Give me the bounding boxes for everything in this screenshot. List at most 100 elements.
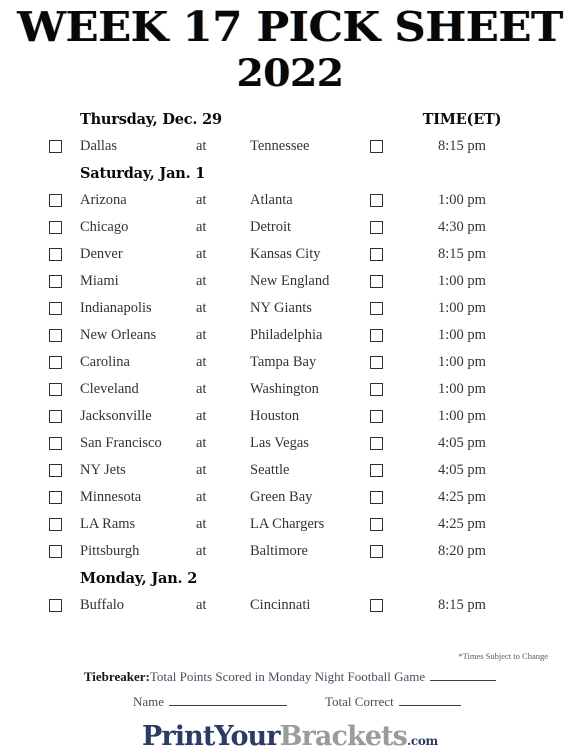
away-team-label: Indianapolis	[80, 300, 152, 316]
away-team-label: Pittsburgh	[80, 543, 140, 559]
home-team-checkbox[interactable]	[370, 518, 383, 531]
home-team-label: Green Bay	[250, 489, 313, 505]
game-row: Buffalo at Cincinnati 8:15 pm	[0, 592, 580, 619]
home-team-label: Baltimore	[250, 543, 308, 559]
away-team-checkbox[interactable]	[49, 545, 62, 558]
at-separator: at	[196, 462, 207, 478]
at-separator: at	[196, 435, 207, 451]
at-separator: at	[196, 138, 207, 154]
away-team-label: Buffalo	[80, 597, 125, 613]
game-time-label: 4:25 pm	[438, 516, 486, 532]
times-subject-to-change-note: *Times Subject to Change	[458, 651, 548, 661]
home-team-checkbox[interactable]	[370, 383, 383, 396]
home-team-label: Seattle	[250, 462, 290, 478]
game-row: Jacksonville at Houston 1:00 pm	[0, 403, 580, 430]
away-team-checkbox[interactable]	[49, 437, 62, 450]
home-team-checkbox[interactable]	[370, 356, 383, 369]
total-correct-group: Total Correct	[325, 694, 461, 710]
home-team-checkbox[interactable]	[370, 599, 383, 612]
home-team-label: Philadelphia	[250, 327, 323, 343]
at-separator: at	[196, 273, 207, 289]
away-team-label: Arizona	[80, 192, 127, 208]
home-team-label: Atlanta	[250, 192, 293, 208]
home-team-checkbox[interactable]	[370, 275, 383, 288]
home-team-label: New England	[250, 273, 330, 289]
at-separator: at	[196, 354, 207, 370]
away-team-checkbox[interactable]	[49, 329, 62, 342]
game-time-label: 8:20 pm	[438, 543, 486, 559]
away-team-checkbox[interactable]	[49, 518, 62, 531]
game-row: Minnesota at Green Bay 4:25 pm	[0, 484, 580, 511]
away-team-checkbox[interactable]	[49, 302, 62, 315]
away-team-checkbox[interactable]	[49, 356, 62, 369]
away-team-checkbox[interactable]	[49, 599, 62, 612]
game-time-label: 8:15 pm	[438, 597, 486, 613]
home-team-checkbox[interactable]	[370, 221, 383, 234]
title-line-2: 2022	[236, 51, 344, 95]
away-team-label: Carolina	[80, 354, 130, 370]
at-separator: at	[196, 246, 207, 262]
home-team-label: Washington	[250, 381, 319, 397]
game-row: Arizona at Atlanta 1:00 pm	[0, 187, 580, 214]
game-row: Cleveland at Washington 1:00 pm	[0, 376, 580, 403]
away-team-checkbox[interactable]	[49, 383, 62, 396]
home-team-checkbox[interactable]	[370, 194, 383, 207]
game-row: LA Rams at LA Chargers 4:25 pm	[0, 511, 580, 538]
away-team-label: Denver	[80, 246, 123, 262]
game-row: Carolina at Tampa Bay 1:00 pm	[0, 349, 580, 376]
game-time-label: 1:00 pm	[438, 354, 486, 370]
tiebreaker-row: Tiebreaker:Total Points Scored in Monday…	[0, 669, 580, 685]
at-separator: at	[196, 408, 207, 424]
home-team-checkbox[interactable]	[370, 329, 383, 342]
at-separator: at	[196, 543, 207, 559]
home-team-checkbox[interactable]	[370, 302, 383, 315]
at-separator: at	[196, 192, 207, 208]
home-team-checkbox[interactable]	[370, 437, 383, 450]
total-correct-input-blank[interactable]	[398, 696, 461, 706]
tiebreaker-text: Total Points Scored in Monday Night Foot…	[149, 669, 426, 684]
game-row: San Francisco at Las Vegas 4:05 pm	[0, 430, 580, 457]
at-separator: at	[196, 327, 207, 343]
game-row: Miami at New England 1:00 pm	[0, 268, 580, 295]
game-time-label: 1:00 pm	[438, 192, 486, 208]
home-team-label: Kansas City	[250, 246, 321, 262]
away-team-checkbox[interactable]	[49, 221, 62, 234]
at-separator: at	[196, 381, 207, 397]
home-team-checkbox[interactable]	[370, 545, 383, 558]
at-separator: at	[196, 219, 207, 235]
game-time-label: 8:15 pm	[438, 246, 486, 262]
tiebreaker-input-blank[interactable]	[430, 671, 497, 681]
game-time-label: 1:00 pm	[438, 300, 486, 316]
game-time-label: 8:15 pm	[438, 138, 486, 154]
away-team-checkbox[interactable]	[49, 464, 62, 477]
home-team-checkbox[interactable]	[370, 140, 383, 153]
home-team-checkbox[interactable]	[370, 248, 383, 261]
title-line-1: WEEK 17 PICK SHEET	[17, 3, 563, 51]
home-team-checkbox[interactable]	[370, 410, 383, 423]
logo-text-tld: .com	[406, 734, 438, 748]
away-team-checkbox[interactable]	[49, 491, 62, 504]
away-team-label: San Francisco	[80, 435, 162, 451]
away-team-checkbox[interactable]	[49, 248, 62, 261]
away-team-label: Cleveland	[80, 381, 139, 397]
home-team-label: LA Chargers	[250, 516, 325, 532]
game-time-label: 4:05 pm	[438, 435, 486, 451]
away-team-checkbox[interactable]	[49, 140, 62, 153]
pick-sheet-table: Thursday, Dec. 29 TIME(ET) Dallas at Tenness…	[0, 106, 580, 619]
game-row: Dallas at Tennessee 8:15 pm	[0, 133, 580, 160]
away-team-checkbox[interactable]	[49, 275, 62, 288]
away-team-label: NY Jets	[80, 462, 126, 478]
game-time-label: 4:30 pm	[438, 219, 486, 235]
name-input-blank[interactable]	[169, 696, 288, 706]
home-team-label: Las Vegas	[250, 435, 309, 451]
home-team-checkbox[interactable]	[370, 491, 383, 504]
game-row: Denver at Kansas City 8:15 pm	[0, 241, 580, 268]
name-group: Name	[133, 694, 288, 710]
game-time-label: 4:05 pm	[438, 462, 486, 478]
away-team-checkbox[interactable]	[49, 194, 62, 207]
game-row: Chicago at Detroit 4:30 pm	[0, 214, 580, 241]
away-team-checkbox[interactable]	[49, 410, 62, 423]
printyourbrackets-logo[interactable]: PrintYourBrackets.com	[0, 723, 580, 750]
at-separator: at	[196, 597, 207, 613]
home-team-checkbox[interactable]	[370, 464, 383, 477]
